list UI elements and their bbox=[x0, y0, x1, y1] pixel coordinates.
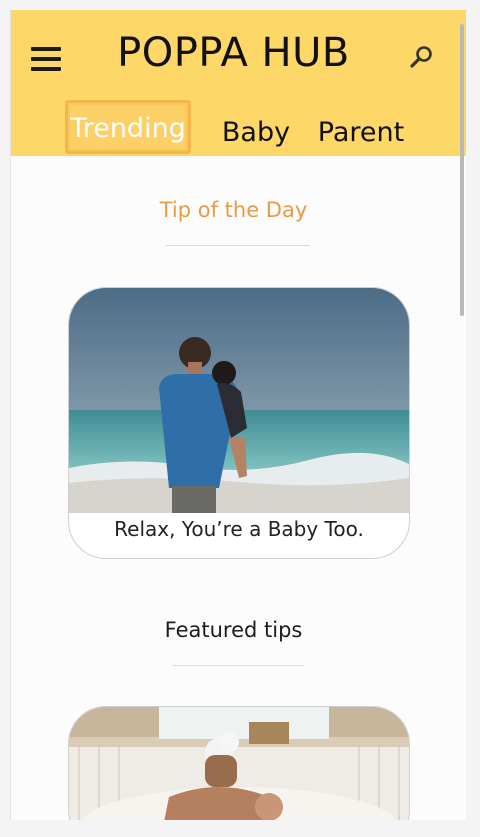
tip-card-photo bbox=[69, 288, 409, 513]
featured-tip-photo bbox=[69, 707, 409, 820]
tip-divider bbox=[166, 245, 310, 246]
tip-of-day-heading: Tip of the Day bbox=[159, 198, 308, 222]
app-screen: POPPA HUB Trending Baby Parent Tip of th… bbox=[10, 10, 466, 820]
top-header: POPPA HUB Trending Baby Parent bbox=[11, 10, 466, 156]
tip-card[interactable]: Relax, You’re a Baby Too. bbox=[68, 287, 410, 559]
tab-trending[interactable]: Trending bbox=[65, 100, 191, 154]
featured-tips-heading: Featured tips bbox=[164, 618, 303, 642]
featured-tip-card[interactable] bbox=[68, 706, 410, 820]
brand-title: POPPA HUB bbox=[117, 30, 350, 76]
scrollbar[interactable] bbox=[460, 24, 464, 316]
featured-divider bbox=[172, 665, 304, 666]
search-icon[interactable] bbox=[409, 44, 435, 70]
tab-baby[interactable]: Baby bbox=[216, 113, 296, 153]
tip-card-caption: Relax, You’re a Baby Too. bbox=[114, 517, 364, 541]
tab-parent[interactable]: Parent bbox=[311, 113, 411, 153]
